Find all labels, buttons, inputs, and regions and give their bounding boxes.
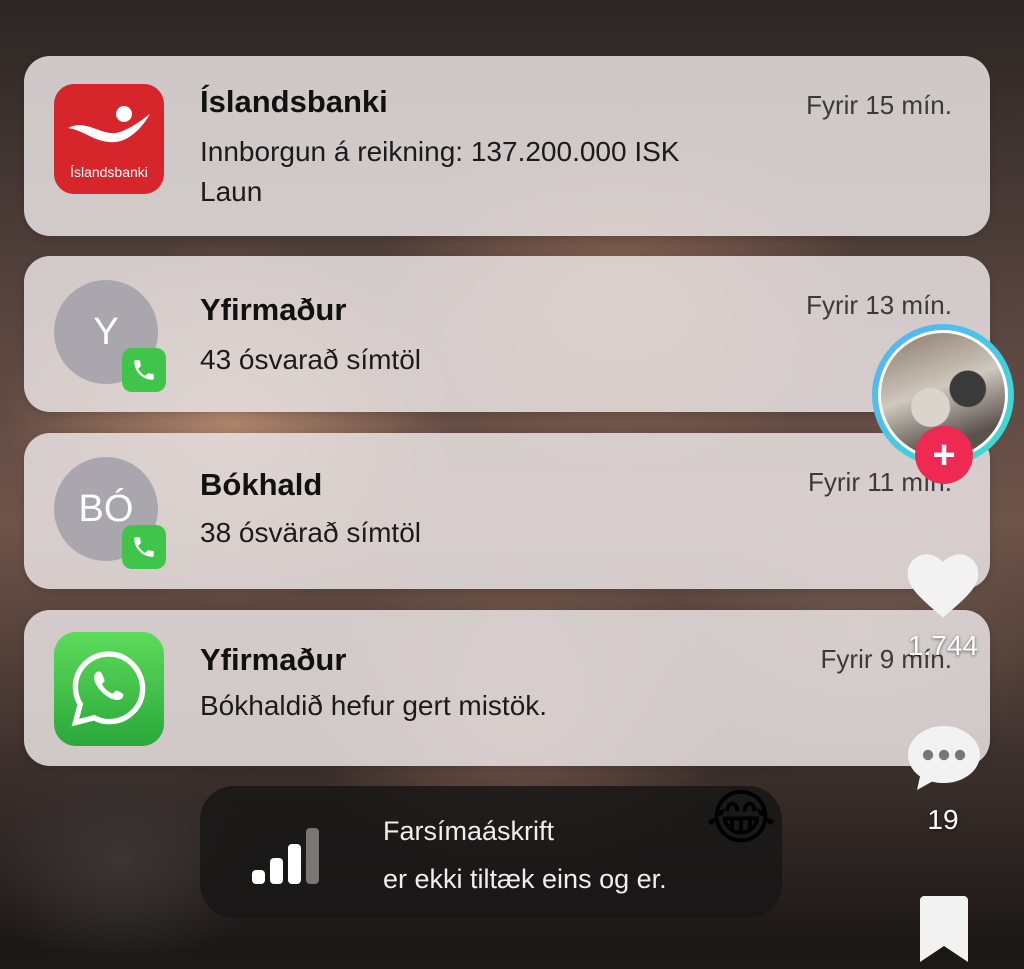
notification-islandsbanki[interactable]: Íslandsbanki Íslandsbanki Innborgun á re…: [24, 56, 990, 236]
comment-button[interactable]: [904, 722, 984, 799]
notification-message: 38 ósvärað símtöl: [200, 517, 421, 548]
islandsbanki-app-icon: Íslandsbanki: [54, 84, 164, 194]
notification-time: Fyrir 15 mín.: [806, 90, 952, 120]
notification-message: Innborgun á reikning: 137.200.000 ISK: [200, 136, 680, 167]
notification-whatsapp-yfirmadur[interactable]: Yfirmaður Bókhaldið hefur gert mistök. F…: [24, 610, 990, 766]
like-count: 1.744: [907, 630, 979, 661]
notification-time: Fyrir 13 mín.: [806, 290, 952, 320]
heart-icon: [907, 554, 979, 618]
notification-title: Yfirmaður: [200, 642, 347, 677]
bookmark-button[interactable]: [916, 894, 972, 962]
notification-title: Yfirmaður: [200, 292, 347, 327]
notification-message: Bókhaldið hefur gert mistök.: [200, 690, 548, 721]
signal-strength-icon: [252, 828, 324, 884]
like-button[interactable]: [902, 546, 984, 625]
laughing-emoji: 😂: [706, 784, 777, 851]
follow-button[interactable]: +: [915, 426, 973, 484]
notification-message: 43 ósvarað símtöl: [200, 344, 421, 375]
avatar-initials: BÓ: [78, 487, 134, 530]
toast-title: Farsímaáskrift: [383, 816, 555, 846]
comment-count: 19: [927, 804, 959, 835]
islandsbanki-swoosh-icon: [68, 106, 150, 143]
comment-bubble-icon: [908, 726, 980, 790]
whatsapp-icon: [54, 632, 164, 746]
notification-message-line2: Laun: [200, 176, 263, 207]
bookmark-icon: [920, 896, 968, 962]
avatar-initials: Y: [93, 310, 119, 353]
notification-missed-calls-bokhald[interactable]: BÓ Bókhald 38 ósvärað símtöl Fyrir 11 mí…: [24, 433, 990, 589]
notification-missed-calls-yfirmadur[interactable]: Y Yfirmaður 43 ósvarað símtöl Fyrir 13 m…: [24, 256, 990, 412]
phone-icon: [122, 348, 166, 392]
phone-icon: [122, 525, 166, 569]
notification-title: Bókhald: [200, 467, 323, 502]
toast-message: er ekki tiltæk eins og er.: [383, 864, 667, 894]
notification-title: Íslandsbanki: [200, 84, 388, 119]
islandsbanki-logo-text: Íslandsbanki: [70, 164, 148, 180]
no-service-toast: Farsímaáskrift er ekki tiltæk eins og er…: [200, 786, 782, 918]
